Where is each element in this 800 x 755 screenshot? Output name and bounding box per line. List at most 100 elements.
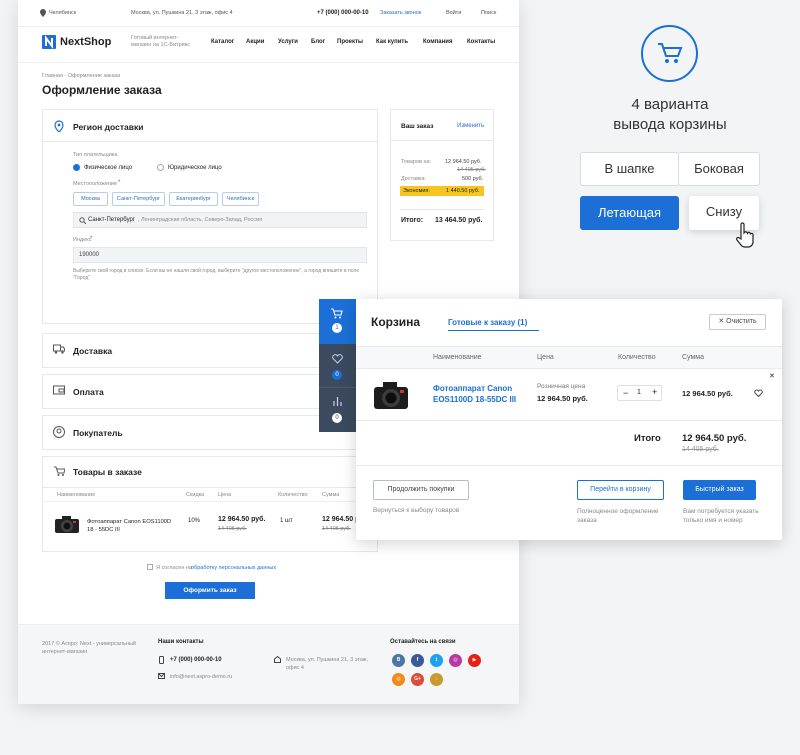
camera-thumbnail[interactable] — [53, 513, 81, 535]
required-mark: * — [90, 236, 93, 242]
facebook-icon[interactable]: f — [411, 654, 424, 667]
callback-link[interactable]: Заказать звонок — [380, 10, 421, 16]
cart-col-header: Наименование — [433, 354, 482, 361]
location-input[interactable]: Санкт-Петербург , Ленинградская область,… — [73, 212, 367, 228]
summary-total-value: 13 464.50 руб. — [435, 217, 483, 224]
cart-item-price-label: Розничная цена — [537, 383, 586, 390]
user-icon — [53, 426, 65, 438]
promo-line1: 4 варианта — [631, 96, 709, 113]
hand-cursor-icon — [736, 222, 754, 248]
mail-ru-icon[interactable]: ◌ — [430, 673, 443, 686]
summary-goods-label: Товаров на: — [401, 159, 432, 165]
minus-icon[interactable]: − — [623, 388, 628, 398]
breadcrumb[interactable]: Главная - Оформление заказа — [42, 73, 120, 79]
footer-email[interactable]: info@next.aspro-demo.ru — [170, 674, 232, 680]
cart-tab-ready[interactable]: Готовые к заказу (1) — [448, 318, 527, 327]
summary-edit-link[interactable]: Изменить — [457, 123, 484, 129]
cart-item-name[interactable]: Фотоаппарат Canon EOS1100D 18-55DC III — [433, 383, 523, 405]
logo-text[interactable]: NextShop — [60, 36, 111, 48]
location-hint: , Ленинградская область, Северо-Запад, Р… — [138, 217, 263, 223]
agree-link[interactable]: обработку персональных данных — [191, 565, 276, 571]
region-panel: Регион доставки Тип плательщика Физическ… — [42, 109, 378, 324]
summary-title: Ваш заказ — [401, 123, 434, 130]
vk-icon[interactable]: В — [392, 654, 405, 667]
continue-shopping-button[interactable]: Продолжить покупки — [373, 480, 469, 500]
goods-item-qty: 1 шт — [280, 518, 293, 524]
city-chip[interactable]: Челябинск — [222, 192, 259, 206]
nav-item[interactable]: Контакты — [467, 39, 495, 45]
nav-item[interactable]: Каталог — [211, 39, 234, 45]
quick-order-button[interactable]: Быстрый заказ — [683, 480, 756, 500]
top-phone[interactable]: +7 (000) 000-00-10 — [317, 10, 369, 16]
page-title: Оформление заказа — [42, 83, 162, 97]
map-pin-icon — [54, 120, 64, 132]
nav-item[interactable]: Компания — [423, 39, 452, 45]
goods-section: Товары в заказе Наименование Скидка Цена… — [42, 456, 378, 552]
go-to-cart-hint: Полноценное оформление заказа — [577, 508, 659, 524]
twitter-icon[interactable]: t — [430, 654, 443, 667]
side-favorites-button[interactable]: 0 — [319, 344, 356, 388]
logo-icon[interactable] — [42, 35, 56, 49]
nav-item[interactable]: Акции — [246, 39, 264, 45]
clear-label: Очистить — [726, 318, 757, 325]
city-selector[interactable]: Челябинск — [49, 10, 76, 16]
city-chip[interactable]: Москва — [73, 192, 108, 206]
nav-item[interactable]: Услуги — [278, 39, 298, 45]
region-header[interactable]: Регион доставки — [43, 110, 377, 142]
goods-col-header: Наименование — [57, 492, 96, 498]
payer-jur-radio[interactable] — [157, 164, 164, 171]
cart-item-image[interactable] — [371, 378, 411, 412]
side-compare-button[interactable]: 0 — [319, 388, 356, 432]
footer-phone[interactable]: +7 (000) 000-00-10 — [170, 657, 222, 663]
instagram-icon[interactable]: ◎ — [449, 654, 462, 667]
nav-item[interactable]: Блог — [311, 39, 325, 45]
location-label: Местоположение — [73, 181, 118, 187]
variant-side-button[interactable]: Боковая — [678, 152, 760, 186]
youtube-icon[interactable]: ▶ — [468, 654, 481, 667]
heart-icon[interactable] — [754, 389, 763, 397]
login-link[interactable]: Войти — [446, 10, 461, 16]
variant-flying-button[interactable]: Летающая — [580, 196, 679, 230]
buyer-title: Покупатель — [73, 428, 123, 438]
google-plus-icon[interactable]: G+ — [411, 673, 424, 686]
divider — [43, 487, 377, 488]
go-to-cart-button[interactable]: Перейти в корзину — [577, 480, 664, 500]
quantity-value[interactable]: 1 — [637, 389, 641, 396]
divider — [400, 209, 484, 210]
city-chip[interactable]: Екатеринбург — [169, 192, 218, 206]
variant-header-button[interactable]: В шапке — [580, 152, 679, 186]
wallet-icon — [53, 385, 65, 395]
cart-total-old: 14 405 руб. — [682, 446, 719, 453]
location-help: Выберите свой город в списке. Если вы не… — [73, 268, 360, 281]
location-value: Санкт-Петербург — [88, 217, 136, 223]
tagline: Готовый интернет-магазин на 1С-Битрикс — [131, 35, 190, 48]
close-icon: ✕ — [718, 318, 725, 325]
clear-cart-button[interactable]: ✕ Очистить — [709, 314, 766, 330]
nav-item[interactable]: Как купить — [376, 39, 408, 45]
search-link[interactable]: Поиск — [481, 10, 496, 16]
nav-item[interactable]: Проекты — [337, 39, 363, 45]
payer-phys-radio[interactable] — [73, 164, 80, 171]
summary-goods-value: 12 964.50 руб. — [445, 159, 482, 165]
location-icon — [40, 9, 46, 17]
cart-item-sum: 12 964.50 руб. — [682, 389, 733, 398]
goods-col-header: Скидка — [186, 492, 205, 498]
payer-type-label: Тип плательщика — [73, 152, 118, 158]
agree-checkbox[interactable] — [147, 564, 153, 570]
economy-badge: Экономия: 1 440.50 руб. — [400, 186, 484, 196]
footer-copyright: 2017 © Аспро: Next - универсальный интер… — [42, 641, 136, 655]
goods-item-name[interactable]: Фотоаппарат Canon EOS1100D 18 - 55DC III — [87, 518, 172, 534]
delivery-title: Доставка — [73, 346, 113, 356]
submit-order-button[interactable]: Оформить заказ — [165, 582, 255, 599]
side-cart-button[interactable]: 1 — [319, 299, 356, 344]
search-icon — [79, 217, 86, 224]
plus-icon[interactable]: + — [652, 387, 657, 397]
remove-item-icon[interactable]: ✕ — [769, 372, 775, 380]
goods-item-discount: 10% — [188, 518, 201, 524]
index-input[interactable]: 190000 — [73, 247, 367, 263]
odnoklassniki-icon[interactable]: ◎ — [392, 673, 405, 686]
goods-col-header: Цена — [218, 492, 232, 498]
city-chip[interactable]: Санкт-Петербург — [112, 192, 165, 206]
index-value: 190000 — [79, 252, 100, 258]
divider — [356, 420, 782, 421]
